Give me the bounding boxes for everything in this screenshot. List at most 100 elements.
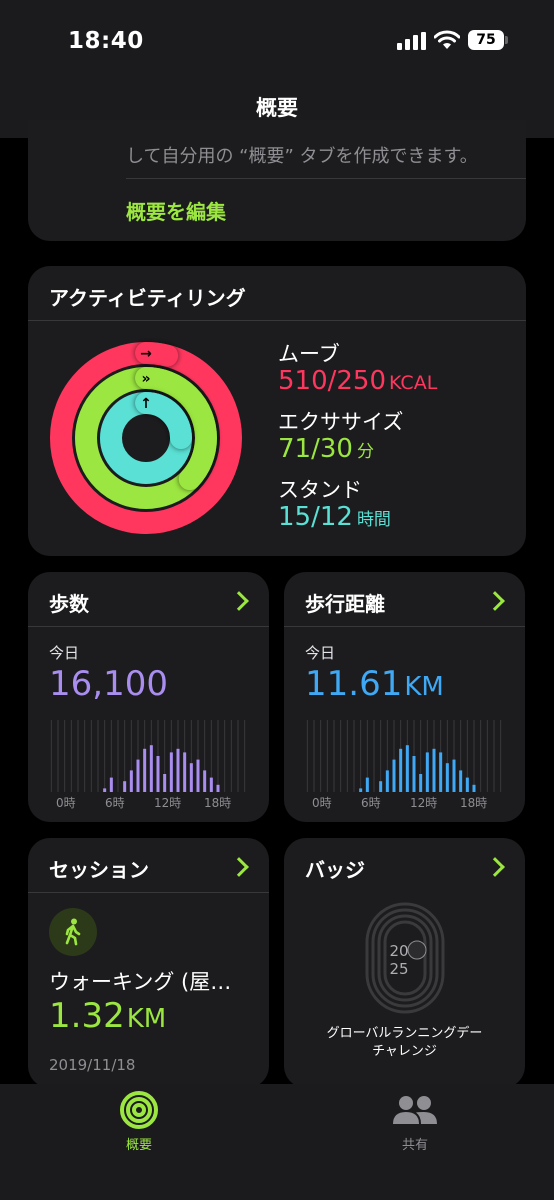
tab-bar <box>0 1084 554 1200</box>
badge-name-line1: グローバルランニングデー <box>326 1026 483 1041</box>
move-value-line: 510/250 KCAL <box>278 366 437 396</box>
exercise-arrow-icon: » <box>141 371 150 387</box>
chevron-right-icon <box>485 591 505 611</box>
card-title: セッション <box>49 858 149 882</box>
steps-card[interactable]: 歩数 今日 16,100 0時 6時 12時 18時 <box>28 572 269 822</box>
move-value: 510/250 <box>278 366 387 396</box>
chart-bar <box>209 777 213 792</box>
chart-bar <box>183 752 187 792</box>
steps-chart <box>50 720 246 792</box>
chart-bar <box>385 770 389 792</box>
chart-bar <box>425 752 429 792</box>
move-unit: KCAL <box>389 372 438 394</box>
chart-bar <box>203 770 207 792</box>
chart-bar <box>163 774 167 792</box>
move-label: ムーブ <box>278 342 340 366</box>
activity-rings: → » ↑ <box>50 342 242 534</box>
divider <box>284 626 525 627</box>
distance-chart <box>306 720 502 792</box>
chart-bar <box>109 777 113 792</box>
chart-bar <box>419 774 423 792</box>
chart-bar <box>365 777 369 792</box>
distance-value: 11.61 <box>305 664 403 704</box>
chevron-right-icon <box>229 857 249 877</box>
session-date: 2019/11/18 <box>49 1056 136 1074</box>
tick-label: 6時 <box>105 796 125 810</box>
edit-summary-link[interactable]: 概要を編集 <box>126 196 226 225</box>
chart-bar <box>439 752 443 792</box>
chart-bar <box>196 759 200 792</box>
chart-bar <box>379 781 383 792</box>
session-unit: KM <box>126 1004 167 1034</box>
divider <box>28 626 269 627</box>
chart-bar <box>465 777 469 792</box>
chart-bar <box>359 788 363 792</box>
divider <box>28 320 526 321</box>
session-value: 1.32 <box>49 996 125 1036</box>
stand-value-line: 15/12 時間 <box>278 502 391 532</box>
people-icon <box>393 1096 437 1124</box>
chart-bar <box>452 759 456 792</box>
nav-overlay <box>0 0 554 138</box>
chart-bar <box>392 759 396 792</box>
badge-name-line2: チャレンジ <box>372 1044 437 1059</box>
chart-bar <box>459 770 463 792</box>
running-day-badge: 20 25 <box>365 902 445 1014</box>
badges-card[interactable]: バッジ 20 25 グローバルランニングデー チャレンジ <box>284 838 525 1088</box>
steps-value: 16,100 <box>49 664 168 704</box>
stand-arrow-icon: ↑ <box>140 396 152 412</box>
distance-value-line: 11.61KM <box>305 664 444 704</box>
chart-bar <box>143 748 147 792</box>
chart-bar <box>189 763 193 792</box>
exercise-value-line: 71/30 分 <box>278 434 374 464</box>
tab-summary[interactable]: 概要 <box>110 1090 168 1154</box>
tick-label: 18時 <box>460 796 488 810</box>
activity-rings-card[interactable]: アクティビティリング → » ↑ ムーブ 510/250 KCAL エクササイズ 71… <box>28 266 526 556</box>
chart-bar <box>156 756 160 792</box>
tick-label: 12時 <box>154 796 182 810</box>
divider <box>126 178 526 179</box>
card-title: 歩数 <box>49 592 89 616</box>
tab-label: 概要 <box>125 1138 152 1153</box>
tab-label: 共有 <box>401 1138 428 1153</box>
chart-bar <box>399 748 403 792</box>
chart-bar <box>472 784 476 792</box>
chart-bar <box>169 752 173 792</box>
intro-text: して自分用の “概要” タブを作成できます。 <box>126 146 478 167</box>
chevron-right-icon <box>229 591 249 611</box>
stand-value: 15/12 <box>278 502 353 532</box>
walking-icon <box>49 908 97 956</box>
exercise-value: 71/30 <box>278 434 353 464</box>
period-label: 今日 <box>49 644 80 662</box>
card-title: アクティビティリング <box>49 286 246 310</box>
session-card[interactable]: セッション ウォーキング (屋… 1.32KM 2019/11/18 <box>28 838 269 1088</box>
divider <box>28 892 269 893</box>
chart-bar <box>445 763 449 792</box>
chart-bar <box>176 748 180 792</box>
tick-label: 0時 <box>312 796 332 810</box>
tab-sharing[interactable]: 共有 <box>386 1090 444 1154</box>
chart-bar <box>123 781 127 792</box>
period-label: 今日 <box>305 644 336 662</box>
chart-bar <box>412 756 416 792</box>
chart-bar <box>149 745 153 792</box>
walking-distance-card[interactable]: 歩行距離 今日 11.61KM 0時 6時 12時 18時 <box>284 572 525 822</box>
exercise-unit: 分 <box>356 442 374 462</box>
move-arrow-icon: → <box>140 346 152 362</box>
intro-card: して自分用の “概要” タブを作成できます。 概要を編集 <box>28 120 526 241</box>
tick-label: 18時 <box>204 796 232 810</box>
chart-bar <box>136 759 140 792</box>
session-value-line: 1.32KM <box>49 996 166 1036</box>
exercise-label: エクササイズ <box>278 410 404 434</box>
distance-unit: KM <box>404 672 444 702</box>
svg-text:20: 20 <box>389 942 408 960</box>
chart-bar <box>432 748 436 792</box>
chart-bar <box>405 745 409 792</box>
session-name: ウォーキング (屋… <box>49 970 232 994</box>
card-title: バッジ <box>305 858 365 882</box>
tick-label: 0時 <box>56 796 76 810</box>
card-title: 歩行距離 <box>305 592 385 616</box>
tick-label: 12時 <box>410 796 438 810</box>
stand-label: スタンド <box>278 478 362 502</box>
chart-bar <box>216 784 220 792</box>
